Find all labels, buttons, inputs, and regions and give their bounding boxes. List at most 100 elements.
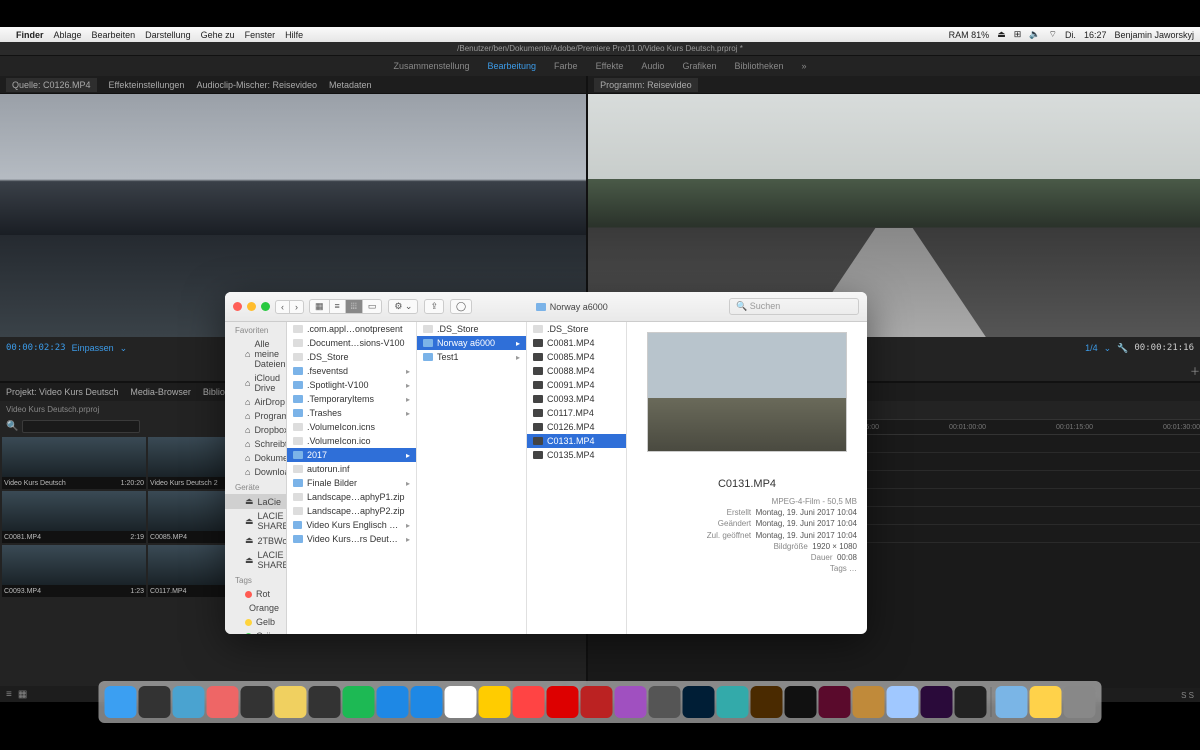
finder-row[interactable]: C0081.MP4 <box>527 336 626 350</box>
finder-window[interactable]: ‹ › ▦ ≡ ⦙⦙⦙ ▭ ⚙ ⌄ ⇪ ◯ Norway a6000 🔍 Suc… <box>225 292 867 634</box>
menu-item[interactable]: Gehe zu <box>201 30 235 40</box>
finder-search-input[interactable]: 🔍 Suchen <box>729 298 859 315</box>
minimize-icon[interactable] <box>247 302 256 311</box>
finder-row[interactable]: .TemporaryItems▸ <box>287 392 416 406</box>
tab-mediabrowser[interactable]: Media-Browser <box>130 387 191 397</box>
clip-thumb[interactable]: Video Kurs Deutsch1:20:20 <box>2 437 146 489</box>
tab-effects[interactable]: Effekteinstellungen <box>109 80 185 90</box>
dock-app[interactable] <box>581 686 613 718</box>
dock-app[interactable] <box>887 686 919 718</box>
dock-app[interactable] <box>1064 686 1096 718</box>
clip-thumb[interactable]: C0093.MP41:23 <box>2 545 146 597</box>
dock-app[interactable] <box>853 686 885 718</box>
tab-metadata[interactable]: Metadaten <box>329 80 372 90</box>
finder-row[interactable]: .com.appl…onotpresent <box>287 322 416 336</box>
status-icon[interactable]: ⏏ <box>997 29 1006 40</box>
finder-sidebar[interactable]: Favoriten ⌂Alle meine Dateien⌂iCloud Dri… <box>225 292 287 634</box>
finder-row[interactable]: .fseventsd▸ <box>287 364 416 378</box>
mac-menu-bar[interactable]: Finder Ablage Bearbeiten Darstellung Geh… <box>0 27 1200 42</box>
clip-thumb[interactable]: C0081.MP42:19 <box>2 491 146 543</box>
list-view-button[interactable]: ≡ <box>329 299 346 314</box>
tab-program[interactable]: Programm: Reisevideo <box>594 78 698 92</box>
sidebar-device[interactable]: ⏏LACIE SHARE <box>225 548 286 572</box>
dock-app[interactable] <box>649 686 681 718</box>
mac-dock[interactable] <box>99 681 1102 723</box>
sidebar-device[interactable]: ⏏LaCie <box>225 494 286 509</box>
zoom-fit[interactable]: 1/4 <box>1085 343 1098 353</box>
sidebar-item[interactable]: ⌂Alle meine Dateien <box>225 337 286 371</box>
sidebar-item[interactable]: ⌂iCloud Drive <box>225 371 286 395</box>
source-tc-in[interactable]: 00:00:02:23 <box>6 343 66 353</box>
sidebar-tag[interactable]: Rot <box>225 587 286 601</box>
ws-tab-active[interactable]: Bearbeitung <box>488 61 537 71</box>
volume-icon[interactable]: 🔈 <box>1029 29 1040 40</box>
finder-row[interactable]: .Trashes▸ <box>287 406 416 420</box>
dock-app[interactable] <box>343 686 375 718</box>
finder-row[interactable]: Video Kurs Englisch Final▸ <box>287 518 416 532</box>
ws-tab[interactable]: Bibliotheken <box>734 61 783 71</box>
finder-row[interactable]: Test1▸ <box>417 350 526 364</box>
sidebar-tag[interactable]: Gelb <box>225 615 286 629</box>
arrange-button[interactable]: ⚙ ⌄ <box>388 299 418 314</box>
dock-app[interactable] <box>139 686 171 718</box>
status-icon[interactable]: ⊞ <box>1014 29 1022 40</box>
sidebar-device[interactable]: ⏏LACIE SHARE <box>225 509 286 533</box>
finder-row[interactable]: Landscape…aphyP2.zip <box>287 504 416 518</box>
sidebar-item[interactable]: ⌂AirDrop <box>225 395 286 409</box>
finder-row[interactable]: C0088.MP4 <box>527 364 626 378</box>
forward-button[interactable]: › <box>289 300 304 314</box>
menu-item[interactable]: Hilfe <box>285 30 303 40</box>
finder-row[interactable]: Norway a6000▸ <box>417 336 526 350</box>
dock-app[interactable] <box>377 686 409 718</box>
share-button[interactable]: ⇪ <box>424 299 444 314</box>
sidebar-tag[interactable]: Orange <box>225 601 286 615</box>
dock-app[interactable] <box>445 686 477 718</box>
dock-app[interactable] <box>411 686 443 718</box>
sidebar-item[interactable]: ⌂Dropbox <box>225 423 286 437</box>
ws-tab[interactable]: Effekte <box>596 61 624 71</box>
ws-tab[interactable]: Audio <box>641 61 664 71</box>
dock-app[interactable] <box>105 686 137 718</box>
dock-app[interactable] <box>207 686 239 718</box>
zoom-icon[interactable] <box>261 302 270 311</box>
menu-item[interactable]: Fenster <box>245 30 276 40</box>
menu-app[interactable]: Finder <box>16 30 44 40</box>
finder-row[interactable]: C0085.MP4 <box>527 350 626 364</box>
dock-app[interactable] <box>513 686 545 718</box>
ws-overflow-icon[interactable]: » <box>802 61 807 71</box>
menu-item[interactable]: Ablage <box>54 30 82 40</box>
dock-app[interactable] <box>241 686 273 718</box>
ws-tab[interactable]: Zusammenstellung <box>393 61 469 71</box>
finder-row[interactable]: .VolumeIcon.icns <box>287 420 416 434</box>
finder-column-1[interactable]: .com.appl…onotpresent.Document…sions-V10… <box>287 322 417 634</box>
close-icon[interactable] <box>233 302 242 311</box>
tab-project[interactable]: Projekt: Video Kurs Deutsch <box>6 387 118 397</box>
tab-audiomixer[interactable]: Audioclip-Mischer: Reisevideo <box>196 80 317 90</box>
list-view-icon[interactable]: ≡ <box>6 689 12 700</box>
ws-tab[interactable]: Grafiken <box>682 61 716 71</box>
wifi-icon[interactable]: ⌔ <box>1048 29 1056 40</box>
finder-row[interactable]: .DS_Store <box>287 350 416 364</box>
finder-row[interactable]: .Spotlight-V100▸ <box>287 378 416 392</box>
dock-app[interactable] <box>547 686 579 718</box>
finder-row[interactable]: C0131.MP4 <box>527 434 626 448</box>
dock-app[interactable] <box>1030 686 1062 718</box>
finder-row[interactable]: Finale Bilder▸ <box>287 476 416 490</box>
wrench-icon[interactable]: 🔧 <box>1117 343 1128 354</box>
tab-source[interactable]: Quelle: C0126.MP4 <box>6 78 97 92</box>
workspace-tabs[interactable]: Zusammenstellung Bearbeitung Farbe Effek… <box>0 56 1200 76</box>
finder-row[interactable]: .Document…sions-V100 <box>287 336 416 350</box>
ws-tab[interactable]: Farbe <box>554 61 578 71</box>
finder-row[interactable]: .DS_Store <box>527 322 626 336</box>
dock-app[interactable] <box>921 686 953 718</box>
finder-column-3[interactable]: .DS_StoreC0081.MP4C0085.MP4C0088.MP4C009… <box>527 322 627 634</box>
tags-button[interactable]: ◯ <box>450 299 472 314</box>
dock-app[interactable] <box>173 686 205 718</box>
menu-item[interactable]: Bearbeiten <box>92 30 136 40</box>
dock-app[interactable] <box>615 686 647 718</box>
dock-app[interactable] <box>309 686 341 718</box>
dock-app[interactable] <box>955 686 987 718</box>
dock-app[interactable] <box>275 686 307 718</box>
menu-item[interactable]: Darstellung <box>145 30 191 40</box>
sidebar-tag[interactable]: Grün <box>225 629 286 634</box>
